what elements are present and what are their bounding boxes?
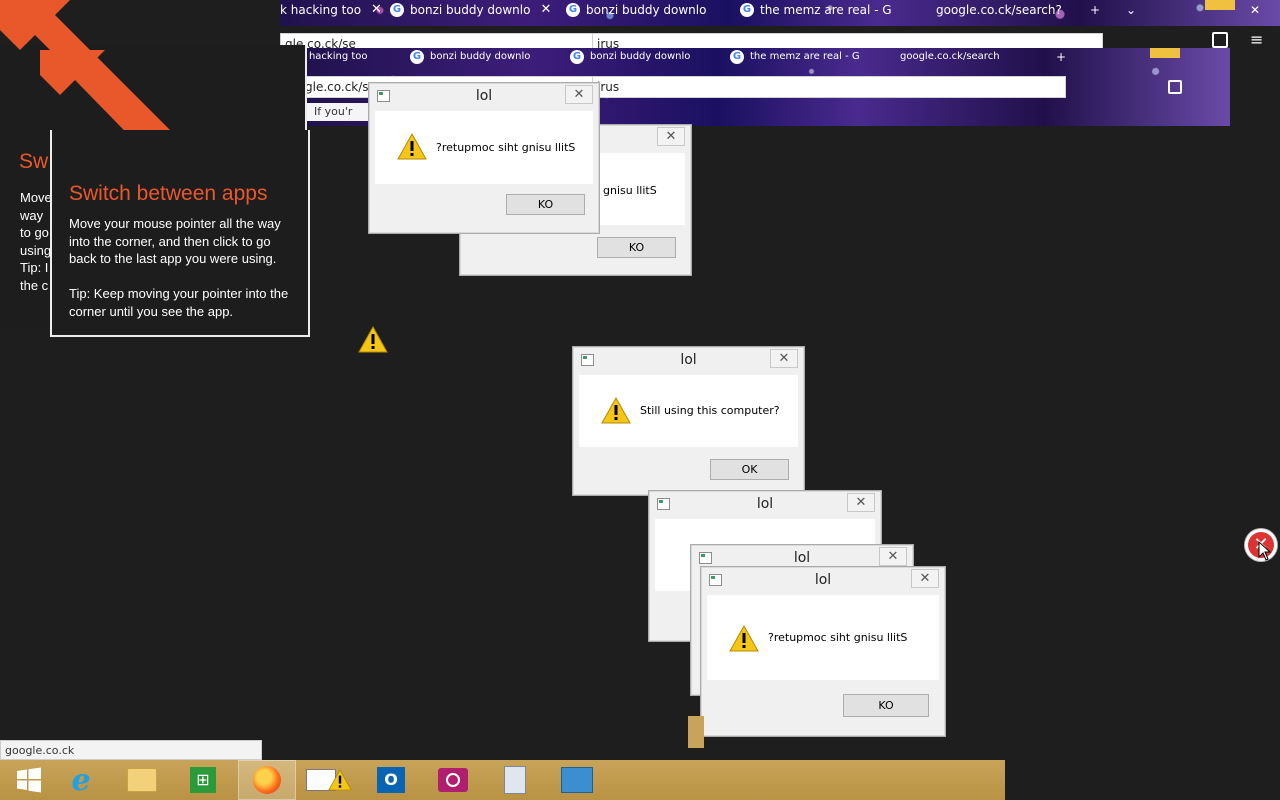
window-close-icon[interactable]: ✕ [1250, 0, 1270, 20]
google-icon: G [570, 50, 584, 64]
window-restore-icon[interactable] [1150, 48, 1180, 58]
taskbar-camera[interactable] [424, 760, 482, 800]
close-icon[interactable]: ✕ [565, 85, 593, 104]
google-icon: G [730, 50, 744, 64]
warning-icon [328, 769, 352, 791]
ok-button[interactable]: OK [710, 459, 789, 480]
tab-2[interactable]: G bonzi buddy downlo ✕ [390, 0, 550, 20]
tab-2[interactable]: G bonzi buddy downlo [410, 48, 560, 66]
close-icon[interactable]: ✕ [657, 127, 685, 146]
folder-icon [127, 768, 157, 792]
ko-button[interactable]: KO [597, 237, 676, 258]
taskbar-control-panel[interactable] [548, 760, 606, 800]
close-icon[interactable]: ✕ [911, 569, 939, 588]
mouse-cursor-icon [1258, 541, 1272, 561]
dialog-body: ?retupmoc siht gnisu llitS [375, 111, 593, 184]
message-dialog: lol ✕ Still using this computer? OK [572, 346, 805, 496]
warning-icon [358, 326, 388, 353]
taskbar-outlook[interactable]: O [362, 760, 420, 800]
control-panel-icon [561, 767, 593, 793]
warning-icon [601, 397, 631, 424]
camera-icon [438, 768, 468, 792]
tip-panel: Switch between apps Move your mouse poin… [50, 130, 310, 337]
browser-tabstrip-back: k hacking too ✕ G bonzi buddy downlo ✕ G b… [280, 0, 1280, 26]
tab-4[interactable]: G the memz are real - G [740, 0, 900, 20]
tip-hint: Tip: Keep moving your pointer into the c… [69, 286, 289, 319]
dialog-body: Still using this computer? [579, 375, 798, 447]
dialog-body: ?retupmoc siht gnisu llitS [707, 595, 939, 680]
dialog-message: ?retupmoc siht gnisu llitS [768, 631, 908, 644]
tab-4[interactable]: G the memz are real - G [730, 48, 880, 66]
search-bar-front[interactable]: irus [592, 76, 1066, 98]
close-icon[interactable]: ✕ [770, 349, 798, 368]
tab-5[interactable]: google.co.ck/search?✕ [936, 0, 1066, 20]
message-dialog: lol ✕ ?retupmoc siht gnisu llitS KO [700, 566, 946, 737]
share-icon[interactable] [1212, 32, 1228, 48]
google-icon: G [566, 3, 580, 17]
new-tab-button[interactable]: + [1056, 48, 1072, 66]
calculator-icon [504, 766, 526, 794]
windows-logo-icon [17, 767, 41, 793]
share-icon[interactable] [1168, 80, 1182, 94]
outlook-icon: O [377, 767, 405, 793]
tab-list-icon[interactable]: ⌄ [1126, 0, 1146, 20]
google-icon: G [410, 50, 424, 64]
taskbar-file-explorer[interactable] [113, 760, 171, 800]
dialog-title: lol [814, 572, 832, 588]
browser-status-bar: google.co.ck [0, 740, 262, 760]
new-tab-button[interactable]: + [1090, 0, 1110, 20]
message-dialog: lol ✕ ?retupmoc siht gnisu llitS KO [368, 82, 600, 234]
glitch-artifact [688, 716, 704, 748]
warning-icon [397, 133, 427, 160]
google-icon: G [740, 3, 754, 17]
taskbar-calculator[interactable] [486, 760, 544, 800]
dialog-message: gnisu llitS [603, 184, 657, 197]
menu-icon[interactable]: ≡ [1250, 30, 1263, 49]
tab-3[interactable]: G bonzi buddy downlo [570, 48, 720, 66]
dialog-message: Still using this computer? [640, 404, 780, 417]
taskbar: e ⊞ O [0, 760, 1005, 800]
taskbar-firefox[interactable] [238, 760, 296, 800]
tip-title-back: Sw [19, 150, 49, 173]
firefox-icon [253, 766, 281, 794]
tip-text: Move your mouse pointer all the way into… [69, 216, 281, 266]
tip-title: Switch between apps [69, 182, 268, 205]
bookmark-toolbar: If you'r [306, 103, 368, 121]
ko-button[interactable]: KO [506, 194, 585, 215]
tab-1[interactable]: k hacking too [300, 48, 400, 66]
tab-1[interactable]: k hacking too ✕ [280, 0, 380, 20]
store-icon: ⊞ [190, 767, 216, 793]
close-icon[interactable]: ✕ [540, 0, 550, 20]
tab-3[interactable]: G bonzi buddy downlo✕ [566, 0, 716, 20]
ko-button[interactable]: KO [843, 694, 929, 717]
close-icon[interactable]: ✕ [879, 547, 907, 566]
window-restore-icon[interactable] [1205, 0, 1235, 10]
close-icon[interactable]: ✕ [847, 493, 875, 512]
bookmark-item[interactable]: If you'r [314, 105, 352, 118]
taskbar-window[interactable] [300, 760, 358, 800]
warning-icon [729, 625, 759, 652]
start-button[interactable] [0, 760, 58, 800]
internet-explorer-icon: e [71, 762, 91, 798]
taskbar-store[interactable]: ⊞ [174, 760, 232, 800]
tab-5[interactable]: google.co.ck/search [900, 48, 1030, 66]
google-icon: G [390, 3, 404, 17]
close-icon[interactable]: ✕ [371, 0, 380, 20]
dialog-message: ?retupmoc siht gnisu llitS [436, 141, 576, 154]
taskbar-internet-explorer[interactable]: e [52, 760, 110, 800]
